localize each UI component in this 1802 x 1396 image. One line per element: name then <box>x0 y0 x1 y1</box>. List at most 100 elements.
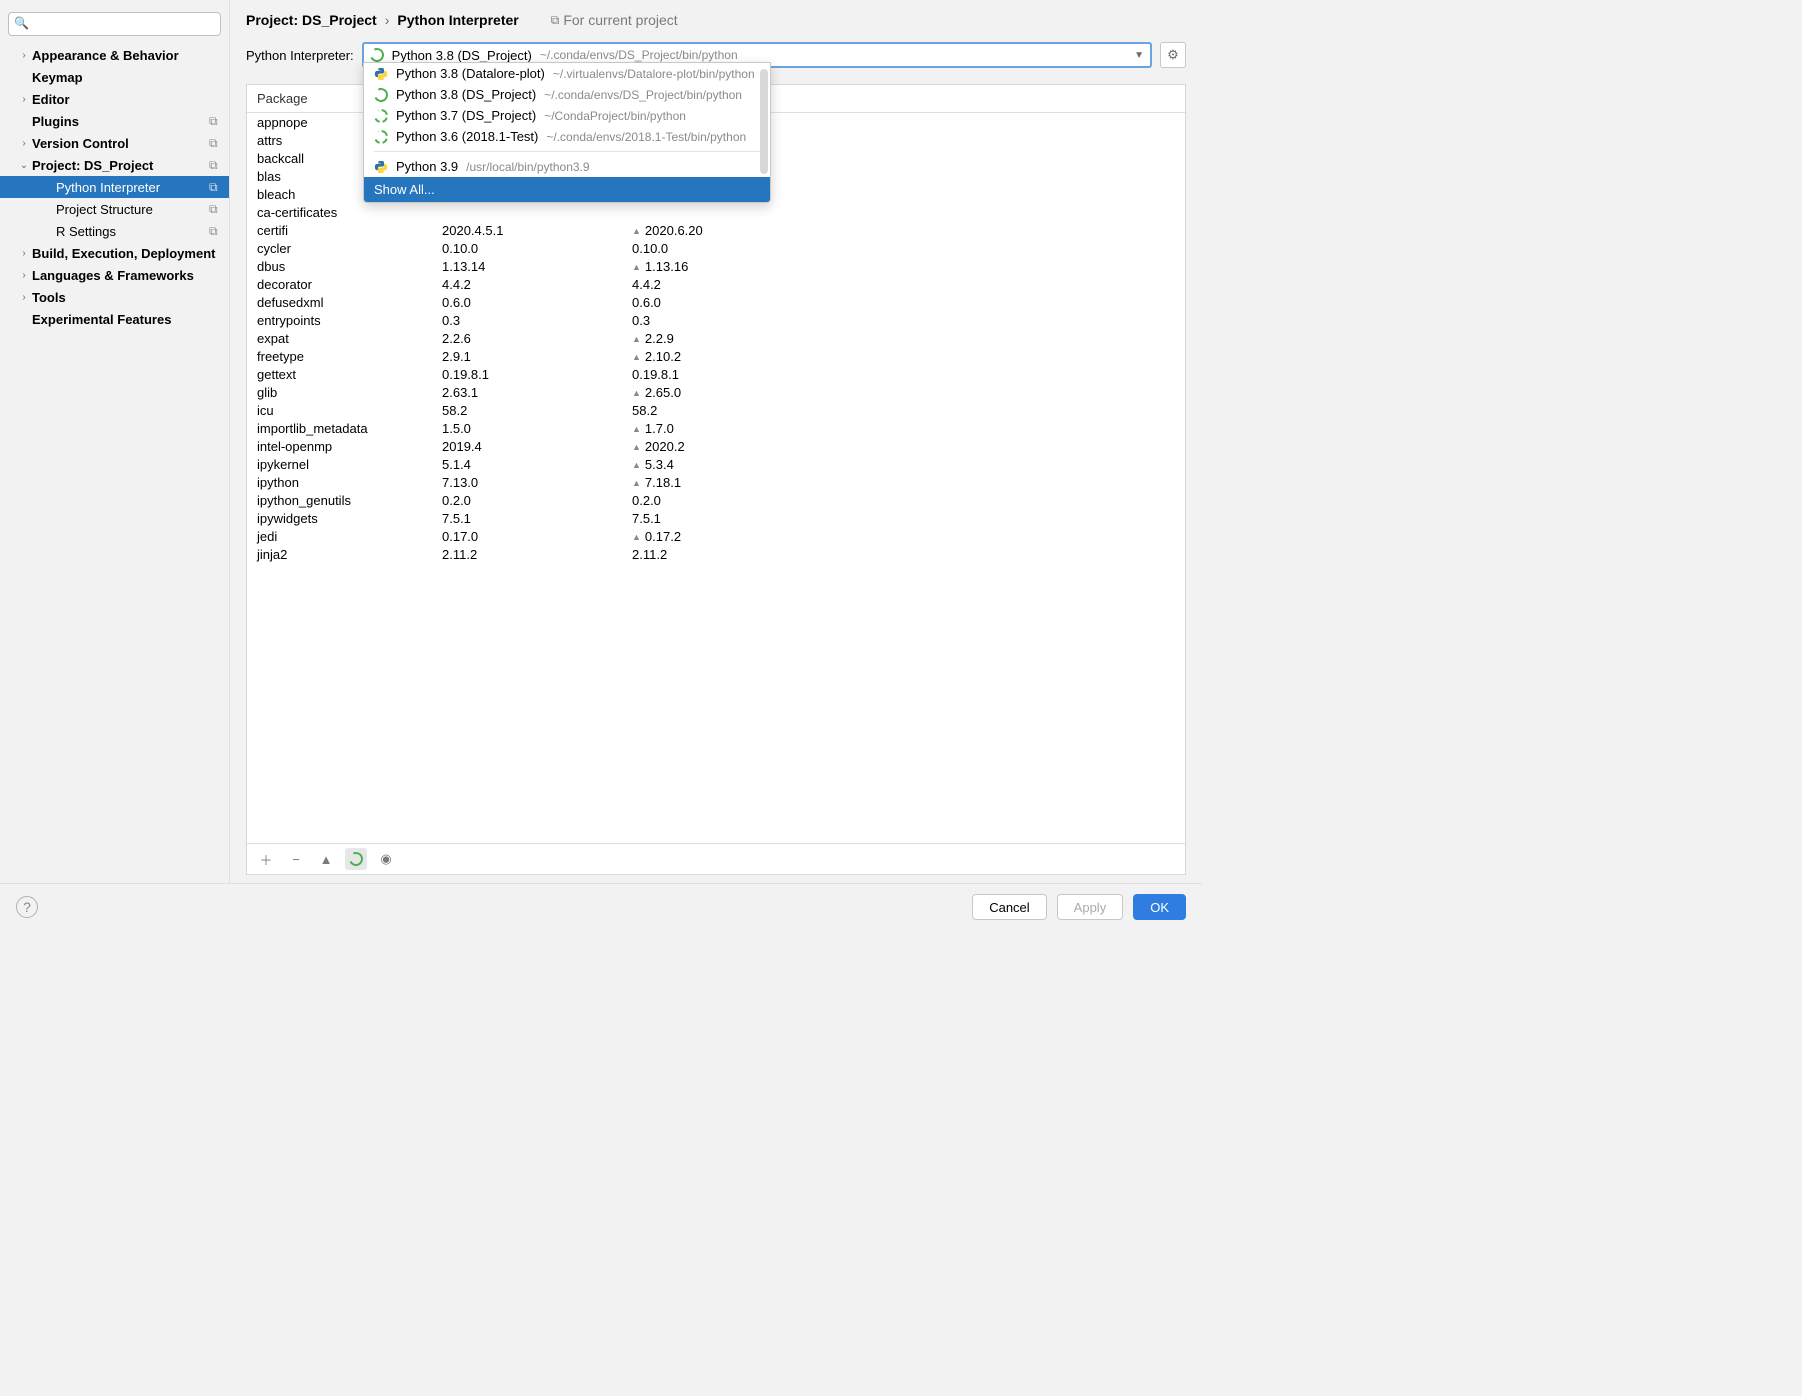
package-latest: ▲2020.2 <box>622 437 1185 455</box>
sidebar-item-label: Project: DS_Project <box>32 158 205 173</box>
apply-button[interactable]: Apply <box>1057 894 1124 920</box>
sidebar-item[interactable]: R Settings⧉ <box>0 220 229 242</box>
package-version: 58.2 <box>432 401 622 419</box>
package-version: 0.6.0 <box>432 293 622 311</box>
dropdown-item[interactable]: Python 3.6 (2018.1-Test)~/.conda/envs/20… <box>364 126 770 147</box>
gear-button[interactable]: ⚙ <box>1160 42 1186 68</box>
sidebar-item[interactable]: ›Appearance & Behavior <box>0 44 229 66</box>
upgrade-icon: ▲ <box>632 226 641 236</box>
package-latest: ▲7.18.1 <box>622 473 1185 491</box>
dropdown-item-name: Python 3.8 (DS_Project) <box>396 87 536 102</box>
table-row[interactable]: certifi2020.4.5.1▲2020.6.20 <box>247 221 1185 239</box>
upgrade-package-button[interactable]: ▲ <box>315 848 337 870</box>
dropdown-scrollbar[interactable] <box>760 69 768 174</box>
dropdown-item[interactable]: Python 3.9 /usr/local/bin/python3.9 <box>364 156 770 177</box>
dropdown-item[interactable]: Python 3.7 (DS_Project)~/CondaProject/bi… <box>364 105 770 126</box>
interpreter-dropdown: Python 3.8 (Datalore-plot)~/.virtualenvs… <box>363 62 771 203</box>
upgrade-icon: ▲ <box>632 388 641 398</box>
package-latest: ▲0.17.2 <box>622 527 1185 545</box>
sidebar-item-label: Version Control <box>32 136 205 151</box>
package-latest: 2.11.2 <box>622 545 1185 563</box>
package-version: 0.2.0 <box>432 491 622 509</box>
package-name: jinja2 <box>247 545 432 563</box>
package-version <box>432 203 622 221</box>
table-row[interactable]: glib2.63.1▲2.65.0 <box>247 383 1185 401</box>
table-row[interactable]: cycler0.10.00.10.0 <box>247 239 1185 257</box>
sidebar-item[interactable]: ›Build, Execution, Deployment <box>0 242 229 264</box>
package-latest: ▲1.13.16 <box>622 257 1185 275</box>
table-row[interactable]: ipython_genutils0.2.00.2.0 <box>247 491 1185 509</box>
settings-tree: ›Appearance & BehaviorKeymap›EditorPlugi… <box>0 44 229 877</box>
package-latest: ▲1.7.0 <box>622 419 1185 437</box>
package-name: expat <box>247 329 432 347</box>
dropdown-item[interactable]: Python 3.8 (DS_Project)~/.conda/envs/DS_… <box>364 84 770 105</box>
sidebar-item[interactable]: ›Version Control ⧉ <box>0 132 229 154</box>
dropdown-item[interactable]: Python 3.8 (Datalore-plot)~/.virtualenvs… <box>364 63 770 84</box>
table-row[interactable]: ca-certificates <box>247 203 1185 221</box>
dropdown-item-name: Python 3.9 <box>396 159 458 174</box>
breadcrumb-project: Project: DS_Project <box>246 12 377 28</box>
sidebar-item[interactable]: ›Tools <box>0 286 229 308</box>
table-row[interactable]: expat2.2.6▲2.2.9 <box>247 329 1185 347</box>
copy-icon: ⧉ <box>209 136 223 150</box>
table-row[interactable]: jedi0.17.0▲0.17.2 <box>247 527 1185 545</box>
ok-button[interactable]: OK <box>1133 894 1186 920</box>
package-latest: ▲2020.6.20 <box>622 221 1185 239</box>
sidebar-item[interactable]: ›Editor <box>0 88 229 110</box>
package-latest: 0.6.0 <box>622 293 1185 311</box>
settings-sidebar: 🔍 ›Appearance & BehaviorKeymap›EditorPlu… <box>0 0 230 883</box>
sidebar-item[interactable]: Plugins⧉ <box>0 110 229 132</box>
for-current-project: ⧉ For current project <box>551 12 678 28</box>
table-row[interactable]: freetype2.9.1▲2.10.2 <box>247 347 1185 365</box>
package-version: 7.13.0 <box>432 473 622 491</box>
sidebar-item[interactable]: Python Interpreter⧉ <box>0 176 229 198</box>
conda-icon <box>372 86 390 104</box>
package-version: 2019.4 <box>432 437 622 455</box>
table-row[interactable]: defusedxml0.6.00.6.0 <box>247 293 1185 311</box>
table-row[interactable]: jinja22.11.22.11.2 <box>247 545 1185 563</box>
table-row[interactable]: importlib_metadata1.5.0▲1.7.0 <box>247 419 1185 437</box>
dropdown-item-path: ~/.conda/envs/2018.1-Test/bin/python <box>546 130 746 144</box>
remove-package-button[interactable]: − <box>285 848 307 870</box>
sidebar-item-label: Experimental Features <box>32 312 223 327</box>
conda-icon <box>347 850 365 868</box>
sidebar-item[interactable]: ⌄Project: DS_Project⧉ <box>0 154 229 176</box>
package-name: intel-openmp <box>247 437 432 455</box>
sidebar-item[interactable]: ›Languages & Frameworks <box>0 264 229 286</box>
package-version: 2.9.1 <box>432 347 622 365</box>
add-package-button[interactable]: ＋ <box>255 848 277 870</box>
sidebar-item[interactable]: Project Structure⧉ <box>0 198 229 220</box>
interpreter-path: ~/.conda/envs/DS_Project/bin/python <box>540 48 738 62</box>
package-latest: 0.2.0 <box>622 491 1185 509</box>
packages-toolbar: ＋ − ▲ ◉ <box>247 843 1185 874</box>
table-row[interactable]: decorator4.4.24.4.2 <box>247 275 1185 293</box>
help-button[interactable]: ? <box>16 896 38 918</box>
package-latest: 58.2 <box>622 401 1185 419</box>
table-row[interactable]: dbus1.13.14▲1.13.16 <box>247 257 1185 275</box>
package-name: icu <box>247 401 432 419</box>
upgrade-icon: ▲ <box>632 532 641 542</box>
table-row[interactable]: ipywidgets7.5.17.5.1 <box>247 509 1185 527</box>
package-version: 2.63.1 <box>432 383 622 401</box>
package-name: gettext <box>247 365 432 383</box>
table-row[interactable]: gettext0.19.8.10.19.8.1 <box>247 365 1185 383</box>
table-row[interactable]: ipython7.13.0▲7.18.1 <box>247 473 1185 491</box>
table-row[interactable]: icu58.258.2 <box>247 401 1185 419</box>
package-version: 1.5.0 <box>432 419 622 437</box>
sidebar-item[interactable]: Keymap <box>0 66 229 88</box>
chevron-right-icon: › <box>16 94 32 105</box>
search-input[interactable] <box>8 12 221 36</box>
upgrade-icon: ▲ <box>632 460 641 470</box>
conda-icon <box>372 128 390 146</box>
table-row[interactable]: intel-openmp2019.4▲2020.2 <box>247 437 1185 455</box>
chevron-right-icon: › <box>16 138 32 149</box>
copy-icon: ⧉ <box>551 13 560 28</box>
cancel-button[interactable]: Cancel <box>972 894 1046 920</box>
table-row[interactable]: ipykernel5.1.4▲5.3.4 <box>247 455 1185 473</box>
show-early-releases-button[interactable]: ◉ <box>375 848 397 870</box>
conda-button[interactable] <box>345 848 367 870</box>
sidebar-item[interactable]: Experimental Features <box>0 308 229 330</box>
breadcrumb-page: Python Interpreter <box>397 12 518 28</box>
dropdown-show-all[interactable]: Show All... <box>364 177 770 202</box>
table-row[interactable]: entrypoints0.30.3 <box>247 311 1185 329</box>
